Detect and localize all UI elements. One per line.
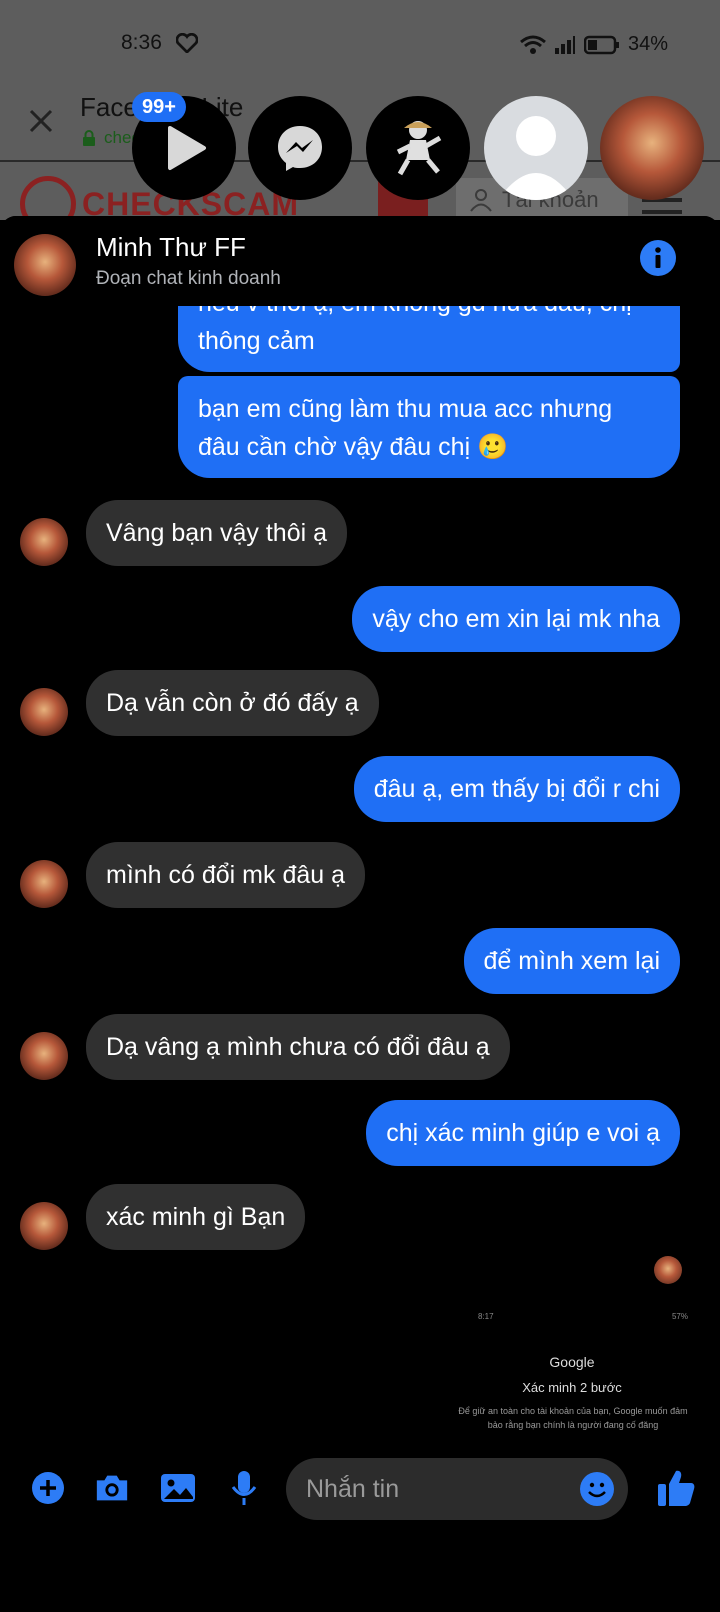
heart-icon	[176, 33, 198, 53]
preview-status-time: 8:17	[478, 1312, 494, 1321]
message-composer: Nhắn tin	[0, 1432, 720, 1542]
default-user-icon	[498, 116, 574, 200]
chat-panel: Minh Thư FF Đoạn chat kinh doanh nếu v t…	[0, 216, 720, 1612]
info-button[interactable]	[640, 240, 676, 276]
camera-icon	[96, 1475, 128, 1501]
chat-head-pirate[interactable]	[366, 96, 470, 200]
chat-head-minh-thu[interactable]	[600, 96, 704, 200]
thumbs-up-icon[interactable]	[656, 1468, 696, 1508]
sender-avatar	[20, 688, 68, 736]
chat-heads-bar	[0, 92, 720, 202]
contact-avatar[interactable]	[14, 234, 76, 296]
message-input-placeholder: Nhắn tin	[306, 1474, 400, 1503]
battery-icon	[583, 35, 619, 54]
preview-google-logo: Google	[549, 1354, 595, 1370]
message-incoming[interactable]: Dạ vâng ạ mình chưa có đổi đâu ạ	[86, 1014, 510, 1080]
message-outgoing[interactable]: để mình xem lại	[463, 928, 680, 994]
gallery-button[interactable]	[160, 1470, 196, 1506]
status-bar: 8:36 34%	[0, 0, 720, 90]
signal-icon	[554, 35, 575, 54]
message-line: đâu cần chờ vậy đâu chị 🥲	[198, 433, 509, 461]
message-incoming[interactable]: xác minh gì Bạn	[86, 1184, 306, 1250]
battery-percent: 34%	[627, 33, 668, 55]
emoji-icon	[588, 1482, 606, 1498]
unread-badge: 99+	[132, 92, 186, 122]
contact-name[interactable]: Minh Thư FF	[96, 232, 246, 263]
voice-button[interactable]	[226, 1470, 262, 1506]
message-line: thông cảm	[198, 327, 315, 355]
sender-avatar	[20, 518, 68, 566]
message-outgoing[interactable]: chị xác minh giúp e voi ạ	[366, 1100, 680, 1166]
shared-image-preview[interactable]: 8:17 57% Google Xác minh 2 bước Để giữ a…	[448, 1292, 696, 1452]
message-line: bạn em cũng làm thu mua acc nhưng	[198, 395, 613, 423]
chat-subtitle: Đoạn chat kinh doanh	[96, 268, 281, 289]
message-outgoing[interactable]: bạn em cũng làm thu mua acc nhưng đâu cầ…	[178, 376, 680, 478]
pirate-avatar-icon	[396, 121, 442, 176]
status-time: 8:36	[121, 31, 162, 54]
chat-head-messenger[interactable]	[248, 96, 352, 200]
plus-icon	[32, 1472, 64, 1504]
add-button[interactable]	[30, 1470, 66, 1506]
message-outgoing[interactable]: đâu ạ, em thấy bị đổi r chi	[353, 756, 680, 822]
message-input[interactable]: Nhắn tin	[286, 1458, 628, 1520]
sender-avatar	[20, 1202, 68, 1250]
info-icon	[655, 247, 661, 268]
message-outgoing[interactable]: vậy cho em xin lại mk nha	[352, 586, 680, 652]
sender-avatar	[20, 1032, 68, 1080]
preview-title: Xác minh 2 bước	[522, 1380, 622, 1395]
camera-button[interactable]	[94, 1470, 130, 1506]
microphone-icon	[231, 1471, 257, 1505]
messenger-icon	[278, 126, 322, 171]
play-icon	[168, 126, 206, 170]
wifi-icon	[520, 35, 546, 54]
preview-body: Để giữ an toàn cho tài khoản của bạn, Go…	[458, 1406, 688, 1430]
chat-head-default-user[interactable]	[484, 96, 588, 200]
seen-receipt-avatar	[654, 1256, 682, 1284]
image-icon	[161, 1474, 195, 1502]
sender-avatar	[20, 860, 68, 908]
status-right: 34%	[520, 33, 668, 56]
preview-status-battery: 57%	[671, 1312, 688, 1321]
emoji-button[interactable]	[580, 1472, 614, 1506]
message-incoming[interactable]: Vâng bạn vậy thôi ạ	[86, 500, 347, 566]
message-incoming[interactable]: Dạ vẫn còn ở đó đấy ạ	[86, 670, 379, 736]
message-incoming[interactable]: mình có đổi mk đâu ạ	[86, 842, 366, 908]
chat-header: Minh Thư FF Đoạn chat kinh doanh	[0, 216, 720, 306]
